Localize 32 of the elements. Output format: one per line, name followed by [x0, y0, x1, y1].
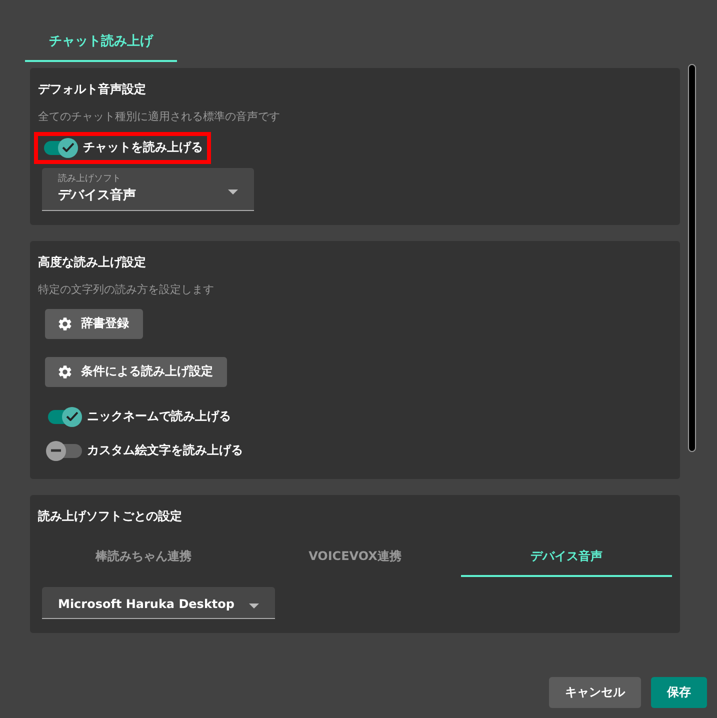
tab[interactable]: チャット読み上げ — [25, 24, 177, 62]
toggle-label: チャットを読み上げる — [83, 140, 203, 155]
gear-icon — [57, 316, 73, 332]
tab[interactable]: デバイス音声 — [460, 536, 672, 577]
save-button[interactable]: 保存 — [651, 677, 707, 708]
dropdown[interactable]: 読み上げソフト デバイス音声 — [42, 168, 254, 211]
gear-icon — [57, 364, 73, 380]
toggle-label: ニックネームで読み上げる — [87, 409, 231, 424]
section-description: 全てのチャット種別に適用される標準の音声です — [38, 110, 281, 124]
check-icon — [66, 412, 78, 422]
section-title: 高度な読み上げ設定 — [38, 254, 147, 270]
tab[interactable]: VOICEVOX連携 — [249, 536, 461, 577]
scrollbar-thumb[interactable] — [688, 64, 696, 452]
caret-icon — [228, 188, 238, 195]
caret-icon — [248, 602, 259, 609]
dropdown[interactable]: Microsoft Haruka Desktop — [42, 586, 275, 620]
minus-icon — [51, 449, 61, 452]
cancel-button[interactable]: キャンセル — [549, 677, 641, 708]
section-title: 読み上げソフトごとの設定 — [38, 508, 183, 523]
settings-button[interactable]: 条件による読み上げ設定 — [45, 356, 227, 387]
dropdown-value: デバイス音声 — [58, 188, 136, 204]
toggle-label: カスタム絵文字を読み上げる — [87, 443, 243, 458]
section-description: 特定の文字列の読み方を設定します — [38, 283, 215, 297]
check-icon — [62, 143, 74, 152]
dropdown-label: 読み上げソフト — [58, 174, 122, 184]
toggle-switch[interactable] — [46, 438, 84, 463]
tab[interactable]: 棒読みちゃん連携 — [38, 536, 250, 577]
section-title: デフォルト音声設定 — [38, 82, 147, 96]
settings-button[interactable]: 辞書登録 — [45, 308, 143, 339]
toggle-switch[interactable] — [46, 404, 84, 429]
toggle-switch[interactable] — [42, 136, 80, 160]
dropdown-value: Microsoft Haruka Desktop — [58, 596, 235, 611]
